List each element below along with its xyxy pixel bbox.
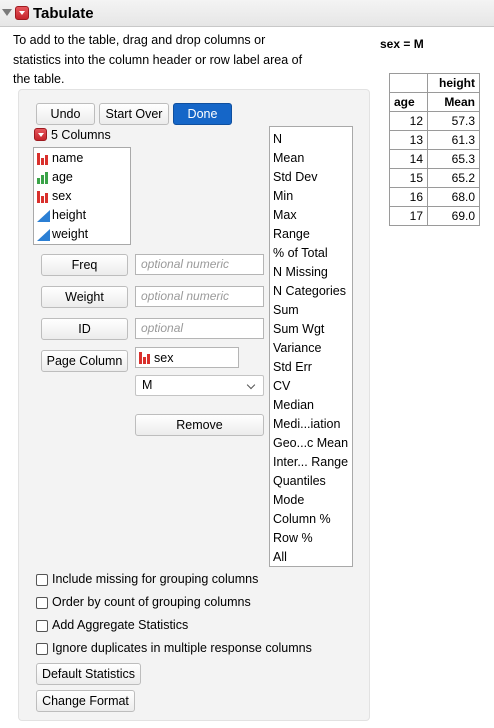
statistic-item[interactable]: Std Err <box>270 358 352 377</box>
column-item[interactable]: age <box>34 168 130 187</box>
column-name: height <box>52 208 87 222</box>
page-column-role-button[interactable]: Page Column <box>41 350 128 372</box>
statistic-item[interactable]: Std Dev <box>270 168 352 187</box>
statistic-item[interactable]: Column % <box>270 510 352 529</box>
table-row: 14 65.3 <box>389 149 480 169</box>
page-level-value: M <box>142 378 153 392</box>
id-role-field[interactable]: optional <box>135 318 264 339</box>
statistic-item[interactable]: Median <box>270 396 352 415</box>
checkbox[interactable] <box>36 574 48 586</box>
chevron-down-icon <box>246 380 256 390</box>
page-level-select[interactable]: M <box>135 375 264 396</box>
statistics-list[interactable]: N Mean Std Dev Min Max Range% of Total N Missi… <box>269 126 353 567</box>
corner-cell <box>389 73 428 93</box>
default-statistics-button[interactable]: Default Statistics <box>36 663 141 685</box>
mean-cell: 68.0 <box>427 187 480 207</box>
option-label: Order by count of grouping columns <box>52 595 251 609</box>
age-cell: 13 <box>389 130 428 150</box>
nominal-icon <box>139 352 152 364</box>
columns-menu-icon[interactable] <box>34 128 47 141</box>
statistic-item[interactable]: Geo...c Mean <box>270 434 352 453</box>
statistic-item[interactable]: Row % <box>270 529 352 548</box>
column-name: age <box>52 170 73 184</box>
remove-button[interactable]: Remove <box>135 414 264 436</box>
id-role-button[interactable]: ID <box>41 318 128 340</box>
continuous-icon <box>37 229 50 241</box>
statistic-item[interactable]: Variance <box>270 339 352 358</box>
statistic-item[interactable]: Min <box>270 187 352 206</box>
change-format-button[interactable]: Change Format <box>36 690 135 712</box>
option-label: Include missing for grouping columns <box>52 572 259 586</box>
column-variable-header[interactable]: height <box>427 73 480 93</box>
statistic-item[interactable]: Sum Wgt <box>270 320 352 339</box>
checkbox[interactable] <box>36 620 48 632</box>
page-column-field[interactable]: sex <box>135 347 239 368</box>
ordinal-icon <box>37 172 50 184</box>
column-name: sex <box>52 189 72 203</box>
age-cell: 16 <box>389 187 428 207</box>
statistic-item[interactable]: Sum <box>270 301 352 320</box>
table-row: 16 68.0 <box>389 187 480 207</box>
weight-role-button[interactable]: Weight <box>41 286 128 308</box>
option-label: Ignore duplicates in multiple response c… <box>52 641 312 655</box>
age-cell: 12 <box>389 111 428 131</box>
statistic-item[interactable]: N <box>270 130 352 149</box>
table-row: 13 61.3 <box>389 130 480 150</box>
title-bar: Tabulate <box>0 0 494 27</box>
age-cell: 15 <box>389 168 428 188</box>
window-title: Tabulate <box>33 5 94 22</box>
freq-role-button[interactable]: Freq <box>41 254 128 276</box>
statistic-header[interactable]: Mean <box>427 92 480 112</box>
done-button[interactable]: Done <box>173 103 232 125</box>
nominal-icon <box>37 153 50 165</box>
statistic-item[interactable]: Quantiles <box>270 472 352 491</box>
row-variable-header[interactable]: age <box>389 92 428 112</box>
page-column-value: sex <box>154 351 174 365</box>
statistic-item[interactable]: Inter... Range <box>270 453 352 472</box>
by-group-label: sex = M <box>380 37 424 51</box>
column-name: weight <box>52 227 89 241</box>
statistic-item[interactable]: Medi...iation <box>270 415 352 434</box>
mean-cell: 61.3 <box>427 130 480 150</box>
table-row: 17 69.0 <box>389 206 480 226</box>
columns-count-label: 5 Columns <box>51 128 111 142</box>
continuous-icon <box>37 210 50 222</box>
statistic-item[interactable]: Max <box>270 206 352 225</box>
statistic-item[interactable]: % of Total <box>270 244 352 263</box>
statistic-item[interactable]: N Missing <box>270 263 352 282</box>
instructions-text: To add to the table, drag and drop colum… <box>13 33 303 86</box>
statistic-item[interactable]: Mean <box>270 149 352 168</box>
mean-cell: 69.0 <box>427 206 480 226</box>
nominal-icon <box>37 191 50 203</box>
statistic-item[interactable]: Range <box>270 225 352 244</box>
statistic-item[interactable]: N Categories <box>270 282 352 301</box>
column-item[interactable]: name <box>34 149 130 168</box>
column-item[interactable]: weight <box>34 225 130 244</box>
start-over-button[interactable]: Start Over <box>99 103 169 125</box>
columns-list[interactable]: name age sex height weight <box>33 147 131 245</box>
checkbox[interactable] <box>36 643 48 655</box>
weight-role-field[interactable]: optional numeric <box>135 286 264 307</box>
mean-cell: 65.3 <box>427 149 480 169</box>
tabulate-preview-table[interactable]: height age Mean 12 57.3 13 61.3 14 65.3 15 65.2… <box>389 73 480 226</box>
statistic-item[interactable]: CV <box>270 377 352 396</box>
red-triangle-menu-icon[interactable] <box>15 6 29 20</box>
mean-cell: 57.3 <box>427 111 480 131</box>
statistic-item[interactable]: Mode <box>270 491 352 510</box>
table-row: 15 65.2 <box>389 168 480 188</box>
checkbox[interactable] <box>36 597 48 609</box>
column-item[interactable]: sex <box>34 187 130 206</box>
freq-role-field[interactable]: optional numeric <box>135 254 264 275</box>
option-label: Add Aggregate Statistics <box>52 618 189 632</box>
age-cell: 14 <box>389 149 428 169</box>
mean-cell: 65.2 <box>427 168 480 188</box>
statistic-item[interactable]: All <box>270 548 352 567</box>
table-row: 12 57.3 <box>389 111 480 131</box>
column-item[interactable]: height <box>34 206 130 225</box>
collapse-triangle-icon[interactable] <box>2 9 12 16</box>
age-cell: 17 <box>389 206 428 226</box>
undo-button[interactable]: Undo <box>36 103 95 125</box>
column-name: name <box>52 151 84 165</box>
